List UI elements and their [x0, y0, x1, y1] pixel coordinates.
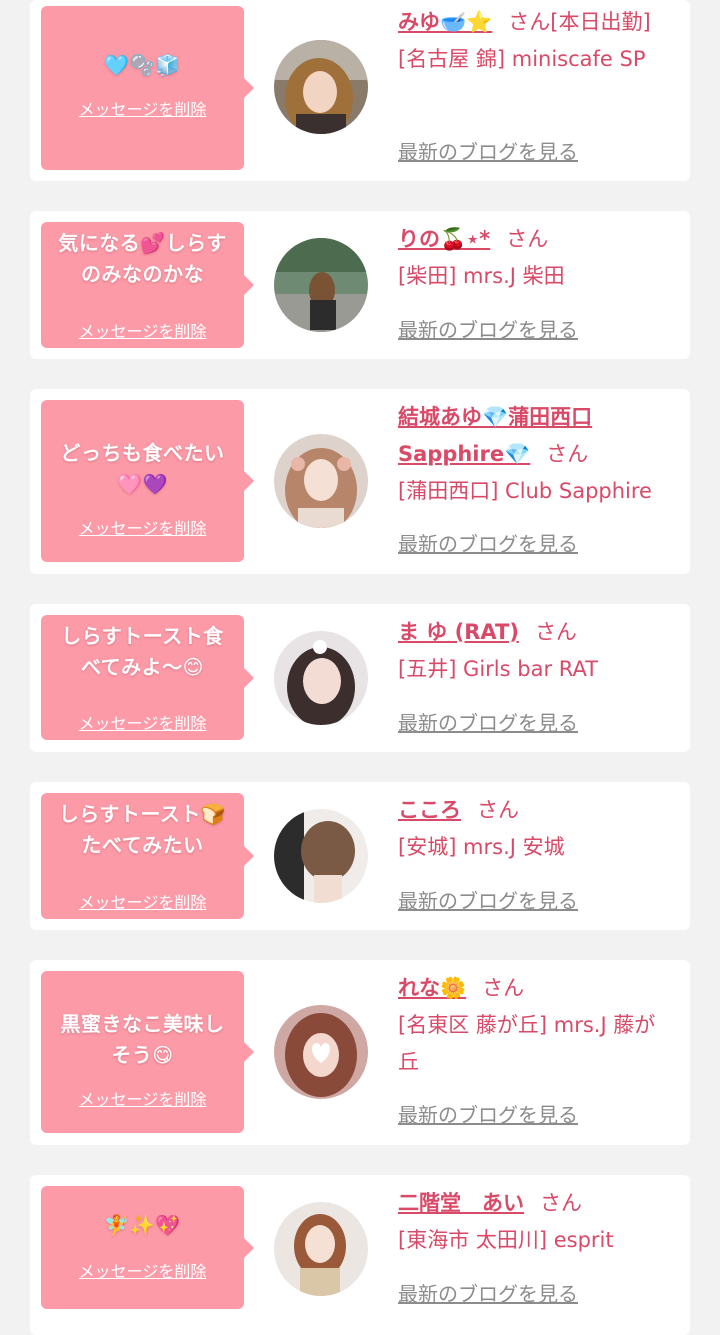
woman-portrait-icon: [274, 40, 368, 134]
shop-text: [五井] Girls bar RAT: [398, 657, 599, 681]
honorific: さん: [534, 620, 577, 644]
message-text: 気になる💕しらす のみなのかな: [58, 231, 227, 286]
entry-info: ま ゆ (RAT) さん [五井] Girls bar RAT: [398, 614, 672, 688]
hair-back-icon: [274, 809, 368, 903]
status-text: [本日出勤]: [550, 10, 651, 34]
delete-message-link[interactable]: メッセージを削除: [41, 1262, 244, 1282]
girl-name-link[interactable]: れな🌼: [398, 976, 466, 1000]
honorific: さん: [482, 976, 525, 1000]
woman-portrait-icon: [274, 631, 368, 725]
entry-info: れな🌼 さん [名東区 藤が丘] mrs.J 藤が丘: [398, 970, 672, 1081]
entry-info: りの🍒⋆* さん [柴田] mrs.J 柴田: [398, 221, 672, 295]
delete-message-link[interactable]: メッセージを削除: [41, 519, 244, 539]
message-bubble: 気になる💕しらす のみなのかな メッセージを削除: [41, 222, 254, 348]
message-card: しらすトースト🍞 たべてみたい メッセージを削除 こころ さん [安城] mrs.…: [30, 782, 690, 930]
honorific: さん: [546, 442, 589, 466]
message-card: どっちも食べたい 🩷💜 メッセージを削除 結城あゆ💎蒲田西口 Sapphire💎…: [30, 389, 690, 574]
honorific: さん: [540, 1191, 582, 1215]
avatar[interactable]: [274, 809, 368, 903]
message-bubble: どっちも食べたい 🩷💜 メッセージを削除: [41, 400, 254, 562]
message-bubble: 🧚✨💖 メッセージを削除: [41, 1186, 254, 1309]
entry-info: みゆ🥣⭐ さん[本日出勤] [名古屋 錦] miniscafe SP: [398, 4, 672, 78]
message-card: 🩵🫧🧊 メッセージを削除 みゆ🥣⭐ さん[本日出勤] [名古屋 錦] minisc…: [30, 0, 690, 181]
latest-blog-link[interactable]: 最新のブログを見る: [398, 1281, 578, 1307]
shop-text: [東海市 太田川] esprit: [398, 1228, 614, 1252]
honorific: さん: [477, 798, 519, 822]
shop-text: [名古屋 錦] miniscafe SP: [398, 47, 646, 71]
shop-text: [安城] mrs.J 安城: [398, 835, 565, 859]
woman-riverside-icon: [274, 238, 368, 332]
entry-info: 結城あゆ💎蒲田西口 Sapphire💎 さん [蒲田西口] Club Sapphi…: [398, 399, 672, 510]
message-bubble: 🩵🫧🧊 メッセージを削除: [41, 6, 254, 170]
entry-info: こころ さん [安城] mrs.J 安城: [398, 792, 672, 866]
honorific: さん: [506, 227, 549, 251]
avatar[interactable]: [274, 631, 368, 725]
message-card: 🧚✨💖 メッセージを削除 二階堂 あい さん [東海市 太田川] esprit 最…: [30, 1175, 690, 1335]
girl-name-link[interactable]: みゆ🥣⭐: [398, 10, 492, 34]
avatar[interactable]: [274, 238, 368, 332]
avatar[interactable]: [274, 40, 368, 134]
delete-message-link[interactable]: メッセージを削除: [41, 714, 244, 734]
message-card: 気になる💕しらす のみなのかな メッセージを削除 りの🍒⋆* さん [柴田] mr…: [30, 211, 690, 359]
latest-blog-link[interactable]: 最新のブログを見る: [398, 1102, 578, 1128]
message-bubble: 黒蜜きなこ美味し そう😋 メッセージを削除: [41, 971, 254, 1133]
latest-blog-link[interactable]: 最新のブログを見る: [398, 888, 578, 914]
delete-message-link[interactable]: メッセージを削除: [41, 1090, 244, 1110]
latest-blog-link[interactable]: 最新のブログを見る: [398, 139, 578, 165]
shop-text: [蒲田西口] Club Sapphire: [398, 479, 652, 503]
woman-portrait-icon: [274, 434, 368, 528]
delete-message-link[interactable]: メッセージを削除: [41, 100, 244, 120]
message-text: どっちも食べたい 🩷💜: [60, 441, 225, 496]
girl-name-link[interactable]: 二階堂 あい: [398, 1191, 524, 1215]
woman-portrait-icon: [274, 1005, 368, 1099]
message-card: しらすトースト食 べてみよ〜😊 メッセージを削除 ま ゆ (RAT) さん [五井…: [30, 604, 690, 752]
shop-text: [名東区 藤が丘] mrs.J 藤が丘: [398, 1013, 656, 1074]
entry-info: 二階堂 あい さん [東海市 太田川] esprit: [398, 1185, 672, 1259]
latest-blog-link[interactable]: 最新のブログを見る: [398, 317, 578, 343]
message-text: 🩵🫧🧊: [104, 53, 181, 77]
girl-name-link[interactable]: ま ゆ (RAT): [398, 620, 519, 644]
delete-message-link[interactable]: メッセージを削除: [41, 322, 244, 342]
message-bubble: しらすトースト🍞 たべてみたい メッセージを削除: [41, 793, 254, 919]
avatar[interactable]: [274, 1202, 368, 1296]
message-text: 🧚✨💖: [104, 1213, 181, 1237]
avatar[interactable]: [274, 1005, 368, 1099]
latest-blog-link[interactable]: 最新のブログを見る: [398, 710, 578, 736]
delete-message-link[interactable]: メッセージを削除: [41, 893, 244, 913]
shop-text: [柴田] mrs.J 柴田: [398, 264, 565, 288]
message-bubble: しらすトースト食 べてみよ〜😊 メッセージを削除: [41, 615, 254, 740]
message-card: 黒蜜きなこ美味し そう😋 メッセージを削除 れな🌼 さん [名東区 藤が丘] mr…: [30, 960, 690, 1145]
honorific: さん: [508, 10, 551, 34]
avatar[interactable]: [274, 434, 368, 528]
girl-name-link[interactable]: りの🍒⋆*: [398, 227, 490, 251]
message-text: しらすトースト食 べてみよ〜😊: [61, 624, 224, 679]
girl-name-link[interactable]: こころ: [398, 798, 461, 822]
woman-portrait-icon: [274, 1202, 368, 1296]
message-text: 黒蜜きなこ美味し そう😋: [60, 1012, 225, 1067]
message-text: しらすトースト🍞 たべてみたい: [58, 802, 227, 857]
latest-blog-link[interactable]: 最新のブログを見る: [398, 531, 578, 557]
